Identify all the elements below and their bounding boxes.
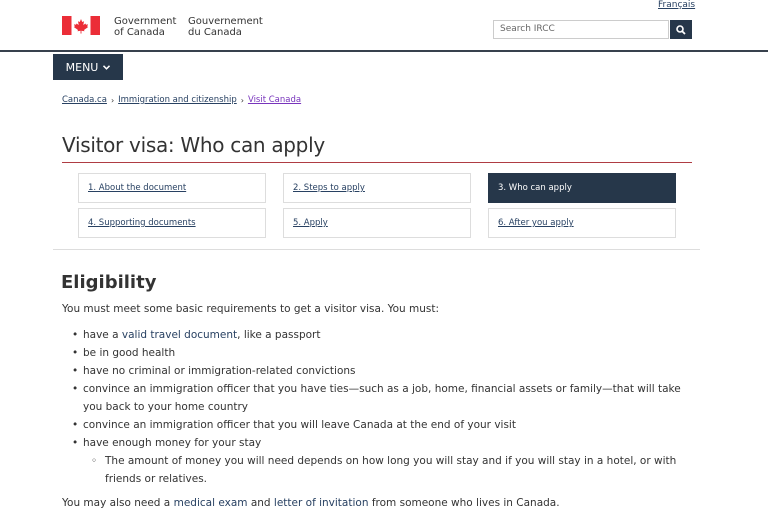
section-heading: Eligibility — [61, 272, 157, 293]
doc-nav-who-can-apply-label: 3. Who can apply — [498, 183, 572, 193]
doc-nav-apply[interactable]: 5. Apply — [283, 208, 471, 238]
breadcrumb-link-visit-canada[interactable]: Visit Canada — [248, 95, 301, 105]
doc-nav-supporting-documents[interactable]: 4. Supporting documents — [78, 208, 266, 238]
requirements-list: have a valid travel document, like a pas… — [72, 326, 702, 488]
language-toggle-link[interactable]: Français — [658, 0, 695, 10]
doc-nav-steps-label[interactable]: 2. Steps to apply — [293, 183, 365, 193]
list-item: have enough money for your stay The amou… — [72, 434, 702, 488]
intro-text: You must meet some basic requirements to… — [62, 303, 440, 315]
list-item: convince an immigration officer that you… — [72, 416, 702, 434]
doc-nav-after-you-apply-label[interactable]: 6. After you apply — [498, 218, 574, 228]
menu-label: MENU — [65, 60, 99, 74]
chevron-right-icon: › — [110, 95, 115, 105]
doc-nav-after-you-apply[interactable]: 6. After you apply — [488, 208, 676, 238]
list-item: convince an immigration officer that you… — [72, 380, 702, 416]
page-title: Visitor visa: Who can apply — [62, 133, 325, 157]
medical-exam-link[interactable]: medical exam — [174, 497, 248, 509]
search-input[interactable]: Search IRCC — [493, 20, 669, 39]
menu-button[interactable]: MENU — [53, 54, 123, 80]
breadcrumb-link-immigration[interactable]: Immigration and citizenship — [118, 95, 237, 105]
chevron-down-icon — [103, 64, 111, 70]
doc-nav-supporting-documents-label[interactable]: 4. Supporting documents — [88, 218, 196, 228]
list-item: have a valid travel document, like a pas… — [72, 326, 702, 344]
section-divider — [53, 249, 700, 250]
doc-nav-about-label[interactable]: 1. About the document — [88, 183, 186, 193]
list-item: be in good health — [72, 344, 702, 362]
breadcrumb: Canada.ca › Immigration and citizenship … — [62, 95, 301, 105]
sub-list: The amount of money you will need depend… — [83, 452, 702, 488]
chevron-right-icon: › — [240, 95, 244, 105]
canada-flag-icon — [62, 16, 100, 35]
government-of-canada-signature: Government of Canada — [114, 16, 177, 38]
doc-nav-about[interactable]: 1. About the document — [78, 173, 266, 203]
breadcrumb-link-canada[interactable]: Canada.ca — [62, 95, 107, 105]
header-divider — [0, 50, 768, 52]
gouvernement-du-canada-signature: Gouvernement du Canada — [188, 16, 263, 38]
doc-nav-steps[interactable]: 2. Steps to apply — [283, 173, 471, 203]
search-icon — [676, 24, 686, 35]
letter-of-invitation-link[interactable]: letter of invitation — [274, 497, 369, 509]
valid-travel-document-link[interactable]: valid travel document — [122, 329, 237, 341]
title-underline — [62, 162, 692, 163]
sub-list-item: The amount of money you will need depend… — [83, 452, 702, 488]
list-item: have no criminal or immigration-related … — [72, 362, 702, 380]
search-button[interactable] — [670, 20, 692, 39]
doc-nav-apply-label[interactable]: 5. Apply — [293, 218, 328, 228]
doc-nav-who-can-apply[interactable]: 3. Who can apply — [488, 173, 676, 203]
outro-text: You may also need a medical exam and let… — [62, 497, 560, 509]
